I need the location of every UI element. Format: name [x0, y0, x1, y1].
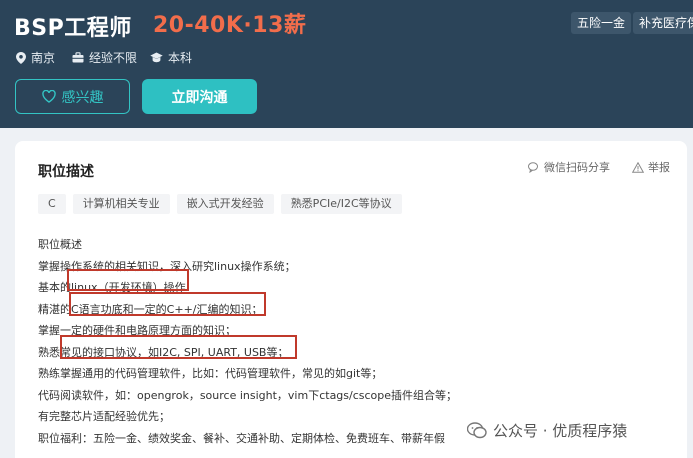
wechat-share-button[interactable]: 微信扫码分享: [528, 159, 610, 175]
section-title: 职位描述: [38, 164, 94, 180]
heart-icon: [41, 90, 56, 103]
job-title: BSP工程师: [14, 16, 132, 41]
wechat-icon: [467, 422, 487, 439]
benefit-tag: 五险一金: [571, 12, 632, 34]
interest-label: 感兴趣: [61, 89, 104, 106]
highlight-box: [60, 335, 297, 359]
skill-tag[interactable]: 熟悉PCIe/I2C等协议: [280, 194, 402, 214]
report-button[interactable]: 举报: [632, 159, 670, 175]
experience-label: 经验不限: [89, 51, 138, 65]
description-line: 职位概述: [38, 238, 82, 251]
benefit-tag: 补充医疗保险: [633, 12, 693, 34]
description-line: 代码阅读软件，如：opengrok，source insight，vim下cta…: [38, 388, 458, 402]
education-label: 本科: [168, 51, 193, 65]
share-label: 微信扫码分享: [544, 161, 610, 174]
watermark-text: 公众号 · 优质程序猿: [493, 422, 628, 440]
skill-tag[interactable]: C: [38, 194, 66, 214]
skill-tag[interactable]: 计算机相关专业: [72, 194, 170, 214]
graduation-cap-icon: [150, 52, 163, 63]
warning-icon: [632, 161, 644, 173]
job-header: BSP工程师 20-40K·13薪 五险一金 补充医疗保险 南京 经验不限 本科…: [0, 0, 693, 128]
job-education: 本科: [150, 49, 192, 66]
interest-button[interactable]: 感兴趣: [15, 79, 130, 114]
salary: 20-40K·13薪: [153, 13, 307, 38]
location-pin-icon: [16, 51, 26, 64]
highlight-box: [69, 292, 266, 316]
briefcase-icon: [72, 52, 84, 63]
highlight-box: [67, 269, 189, 291]
skill-tags: C 计算机相关专业 嵌入式开发经验 熟悉PCIe/I2C等协议: [38, 194, 409, 214]
skill-tag[interactable]: 嵌入式开发经验: [176, 194, 274, 214]
report-label: 举报: [648, 161, 670, 174]
chat-now-button[interactable]: 立即沟通: [142, 79, 257, 114]
city-label: 南京: [31, 51, 56, 65]
job-experience: 经验不限: [72, 49, 137, 66]
job-city: 南京: [16, 49, 55, 66]
watermark: 公众号 · 优质程序猿: [463, 418, 632, 443]
description-line: 熟练掌握通用的代码管理软件，比如：代码管理软件，常见的如git等；: [38, 367, 383, 380]
wechat-icon: [528, 161, 538, 173]
